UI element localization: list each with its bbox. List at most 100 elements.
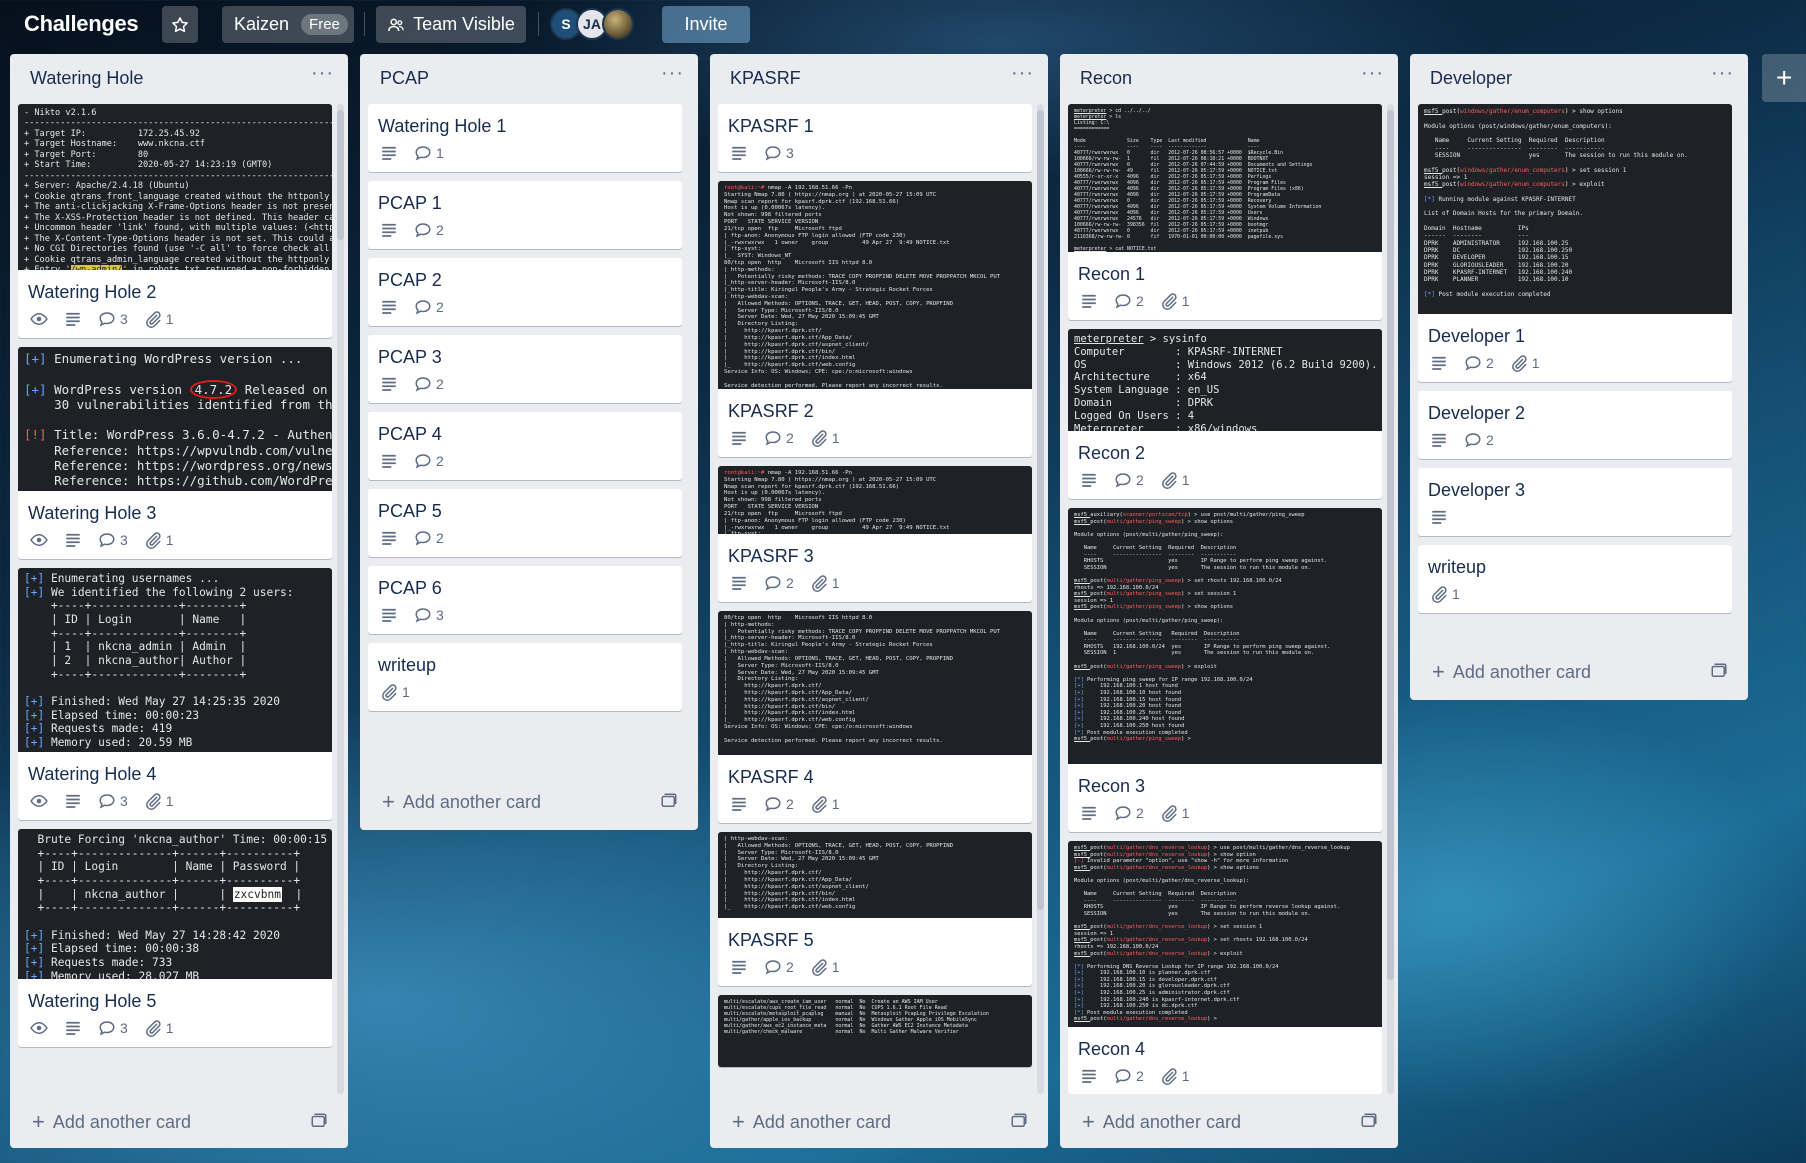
card[interactable]: multi/escalate/aws_create_iam_user norma… — [718, 995, 1032, 1067]
terminal-line: Nmap scan report for kpasrf.dprk.ctf (19… — [724, 198, 900, 205]
add-card-button[interactable]: + Add another card — [1068, 1102, 1390, 1142]
eye-icon — [30, 310, 48, 328]
comment-count: 3 — [120, 532, 128, 548]
terminal-line: Architecture : x64 — [1074, 371, 1207, 384]
add-card-button[interactable]: + Add another card — [368, 782, 690, 822]
list-scrollbar[interactable] — [337, 104, 344, 1094]
list-scrollbar[interactable] — [1037, 104, 1044, 1094]
comment-count: 3 — [120, 311, 128, 327]
comment-count: 2 — [436, 222, 444, 238]
card[interactable]: [+] Enumerating WordPress version ... [+… — [18, 347, 332, 559]
terminal-line: + Cookie qtrans_front_language created w… — [24, 191, 332, 202]
terminal-line: +----+-------------+--------+ — [24, 667, 247, 681]
list-menu-button[interactable]: ··· — [311, 62, 334, 85]
card[interactable]: msf5 post(multi/gather/dns_reverse_looku… — [1068, 841, 1382, 1094]
terminal-line: ----------------------------------------… — [24, 118, 332, 129]
description-icon — [64, 1019, 82, 1037]
card[interactable]: PCAP 4 2 — [368, 412, 682, 480]
workspace-button[interactable]: Kaizen Free — [222, 6, 354, 43]
terminal-output: root@kali:~# nmap -A 192.168.51.66 -Pn St… — [718, 181, 1032, 389]
card[interactable]: PCAP 5 2 — [368, 489, 682, 557]
terminal-line: 21/tcp open ftp Microsoft ftpd — [724, 510, 842, 517]
list-menu-button[interactable]: ··· — [1361, 62, 1384, 85]
list-title[interactable]: Watering Hole — [30, 68, 143, 89]
terminal-line: SESSION yes The session to run this modu… — [1424, 151, 1688, 159]
scrollbar-thumb[interactable] — [337, 110, 344, 240]
attachment-count: 1 — [831, 796, 840, 812]
scrollbar-thumb[interactable] — [1387, 110, 1394, 980]
card[interactable]: | http-webdav-scan: | Allowed Methods: OP… — [718, 832, 1032, 986]
card[interactable]: PCAP 6 3 — [368, 566, 682, 634]
terminal-line: | http-methods: — [724, 621, 775, 628]
plus-icon: + — [1432, 659, 1445, 684]
description-icon — [380, 144, 398, 162]
list-title[interactable]: Recon — [1080, 68, 1132, 89]
comments-badge: 3 — [98, 1019, 128, 1037]
description-badge — [380, 221, 398, 239]
avatar[interactable] — [602, 8, 634, 40]
list-menu-button[interactable]: ··· — [1011, 62, 1034, 85]
card[interactable]: root@kali:~# nmap -A 192.168.51.66 -Pn St… — [718, 466, 1032, 602]
card-template-icon[interactable] — [1360, 1112, 1378, 1130]
list-header: Recon ··· — [1060, 54, 1398, 104]
terminal-line: System Language : en_US — [1074, 384, 1220, 397]
card[interactable]: root@kali:~# nmap -A 192.168.51.66 -Pn St… — [718, 181, 1032, 457]
card[interactable]: Developer 3 — [1418, 468, 1732, 536]
comments-badge: 3 — [98, 531, 128, 549]
card[interactable]: msf5 auxiliary(scanner/portscan/tcp) > u… — [1068, 508, 1382, 832]
card[interactable]: Watering Hole 1 1 — [368, 104, 682, 172]
description-badge — [380, 452, 398, 470]
paperclip-icon — [810, 958, 828, 976]
list-menu-button[interactable]: ··· — [661, 62, 684, 85]
list-title[interactable]: PCAP — [380, 68, 429, 89]
terminal-line: | Server Date: Wed, 27 May 2020 15:09:45… — [724, 314, 879, 321]
card[interactable]: msf5 post(windows/gather/enum_computers)… — [1418, 104, 1732, 382]
terminal-line: | ID | Login | Name | Password | — [24, 860, 301, 874]
star-board-button[interactable] — [162, 6, 198, 43]
list-scrollbar[interactable] — [1387, 104, 1394, 1094]
terminal-output: root@kali:~# nmap -A 192.168.51.66 -Pn St… — [718, 466, 1032, 534]
card[interactable]: meterpreter > cd ../../../meterpreter > … — [1068, 104, 1382, 320]
card-template-icon[interactable] — [1710, 662, 1728, 680]
add-card-button[interactable]: + Add another card — [18, 1102, 340, 1142]
comment-icon — [764, 958, 782, 976]
card[interactable]: writeup 1 — [1418, 545, 1732, 613]
terminal-line: | http://kpasrf.dprk.ctf/bin/ — [724, 890, 836, 897]
add-list-button[interactable]: + — [1762, 54, 1806, 102]
add-card-button[interactable]: + Add another card — [1418, 652, 1740, 692]
card[interactable]: Developer 2 2 — [1418, 391, 1732, 459]
list-header: Watering Hole ··· — [10, 54, 348, 104]
add-card-button[interactable]: + Add another card — [718, 1102, 1040, 1142]
description-badge — [1430, 508, 1448, 526]
list-menu-button[interactable]: ··· — [1711, 62, 1734, 85]
visibility-button[interactable]: Team Visible — [376, 6, 526, 43]
card-template-icon[interactable] — [1010, 1112, 1028, 1130]
card[interactable]: KPASRF 1 3 — [718, 104, 1032, 172]
card-template-icon[interactable] — [660, 792, 678, 810]
card-cover-screenshot: msf5 post(windows/gather/enum_computers)… — [1418, 104, 1732, 314]
terminal-line: | http-webdav-scan: — [724, 649, 788, 656]
card[interactable]: writeup 1 — [368, 643, 682, 711]
card[interactable]: Brute Forcing 'nkcna_author' Time: 00:00… — [18, 829, 332, 1047]
card[interactable]: PCAP 2 2 — [368, 258, 682, 326]
list-title[interactable]: Developer — [1430, 68, 1512, 89]
invite-button[interactable]: Invite — [662, 6, 750, 43]
board-title[interactable]: Challenges — [24, 8, 139, 40]
card[interactable]: PCAP 3 2 — [368, 335, 682, 403]
terminal-line: |_http-title: Kiringul People's Army - S… — [724, 642, 933, 649]
terminal-line: session => 1 — [1424, 173, 1468, 181]
card-template-icon[interactable] — [310, 1112, 328, 1130]
list-title[interactable]: KPASRF — [730, 68, 801, 89]
card[interactable]: [+] Enumerating usernames ... [+] We iden… — [18, 568, 332, 820]
terminal-line: | 1 | nkcna_admin | Admin | — [24, 640, 247, 654]
comments-badge: 2 — [1114, 1067, 1144, 1085]
card[interactable]: PCAP 1 2 — [368, 181, 682, 249]
scrollbar-thumb[interactable] — [1037, 110, 1044, 910]
card[interactable]: meterpreter > sysinfo Computer : KPASRF-I… — [1068, 329, 1382, 499]
card[interactable]: - Nikto v2.1.6 --------------------------… — [18, 104, 332, 338]
card[interactable]: 80/tcp open http Microsoft IIS httpd 8.0… — [718, 611, 1032, 823]
card-title: KPASRF 1 — [728, 116, 814, 136]
